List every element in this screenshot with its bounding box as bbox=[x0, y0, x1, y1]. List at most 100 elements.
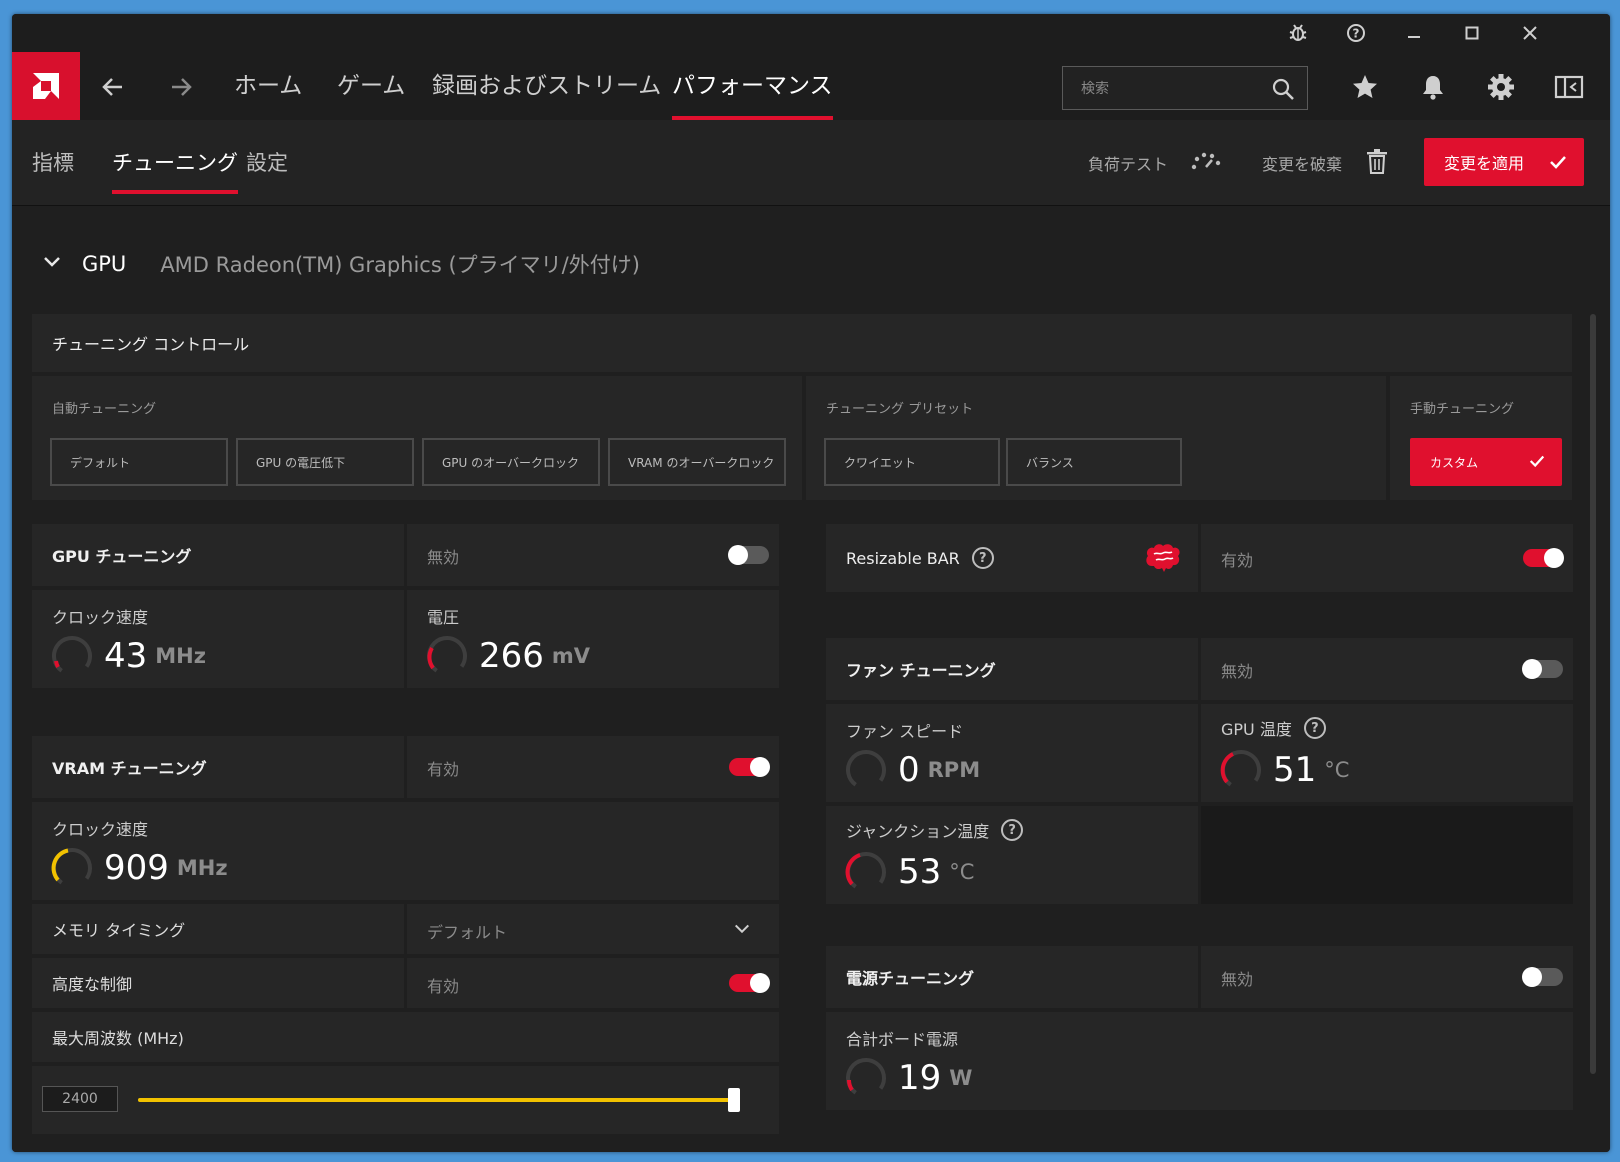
max-frequency-slider-track[interactable] bbox=[138, 1088, 740, 1112]
fan-speed-readout: 0 RPM bbox=[844, 748, 980, 792]
maximize-icon[interactable] bbox=[1450, 14, 1494, 52]
max-frequency-slider-thumb[interactable] bbox=[728, 1088, 740, 1112]
memory-timing-value: デフォルト bbox=[427, 923, 508, 942]
max-frequency-slider-fill bbox=[138, 1098, 734, 1102]
advanced-control-label-cell: 高度な制御 bbox=[32, 958, 404, 1008]
stress-test-button[interactable]: 負荷テスト bbox=[1088, 120, 1222, 206]
gpu-voltage-gauge-icon bbox=[427, 636, 467, 676]
fan-speed-cell: ファン スピード 0 RPM bbox=[826, 704, 1198, 802]
apply-label: 変更を適用 bbox=[1444, 154, 1525, 173]
sub-nav: 指標 チューニング 設定 負荷テスト 変更を破棄 変更を適用 bbox=[12, 120, 1610, 206]
default-preset-button[interactable]: デフォルト bbox=[50, 438, 228, 486]
gpu-temperature-value: 51 bbox=[1273, 750, 1317, 790]
fan-speed-gauge-icon bbox=[846, 750, 886, 790]
gpu-tuning-header: GPU チューニング bbox=[32, 524, 404, 586]
nav-tab-performance[interactable]: パフォーマンス bbox=[672, 52, 833, 120]
resizable-bar-header: Resizable BAR ? bbox=[826, 524, 1198, 592]
nav-tab-home[interactable]: ホーム bbox=[234, 52, 302, 120]
junction-temperature-help-icon[interactable]: ? bbox=[1001, 819, 1024, 841]
search-icon[interactable] bbox=[1271, 77, 1295, 105]
help-icon[interactable]: ? bbox=[1334, 14, 1378, 52]
vram-clock-cell: クロック速度 909 MHz bbox=[32, 802, 779, 900]
vram-tuning-toggle[interactable] bbox=[729, 757, 770, 777]
settings-gear-icon[interactable] bbox=[1484, 70, 1518, 104]
fan-speed-label: ファン スピード bbox=[846, 722, 964, 741]
gpu-temperature-readout: 51 °C bbox=[1219, 748, 1349, 792]
fan-tuning-toggle[interactable] bbox=[1522, 659, 1563, 679]
junction-temperature-value: 53 bbox=[898, 852, 942, 892]
tab-tuning[interactable]: チューニング bbox=[112, 120, 238, 206]
stress-test-label: 負荷テスト bbox=[1088, 155, 1169, 174]
gpu-voltage-value: 266 bbox=[479, 636, 544, 676]
fan-tuning-state: 無効 bbox=[1221, 662, 1254, 681]
resizable-bar-toggle[interactable] bbox=[1523, 548, 1564, 568]
gpu-clock-value: 43 bbox=[104, 636, 148, 676]
quiet-preset-button[interactable]: クワイエット bbox=[824, 438, 1000, 486]
gpu-overclock-button[interactable]: GPU のオーバークロック bbox=[422, 438, 600, 486]
resizable-bar-help-icon[interactable]: ? bbox=[971, 547, 994, 569]
vram-clock-label: クロック速度 bbox=[52, 820, 149, 839]
notifications-bell-icon[interactable] bbox=[1416, 70, 1450, 104]
sidebar-toggle-icon[interactable] bbox=[1552, 70, 1586, 104]
junction-temperature-cell: ジャンクション温度 ? 53 °C bbox=[826, 806, 1198, 904]
fan-tuning-title: ファン チューニング bbox=[846, 661, 996, 680]
board-power-readout: 19 W bbox=[844, 1056, 972, 1100]
advanced-control-toggle[interactable] bbox=[729, 973, 770, 993]
search-placeholder: 検索 bbox=[1081, 81, 1109, 97]
search-input[interactable]: 検索 bbox=[1062, 66, 1308, 110]
custom-tuning-button[interactable]: カスタム bbox=[1410, 438, 1562, 486]
close-icon[interactable] bbox=[1508, 14, 1552, 52]
check-icon bbox=[1548, 152, 1568, 176]
custom-label: カスタム bbox=[1430, 455, 1479, 470]
balanced-preset-button[interactable]: バランス bbox=[1006, 438, 1182, 486]
fan-speed-value: 0 bbox=[898, 750, 920, 790]
nav-tab-games[interactable]: ゲーム bbox=[337, 52, 405, 120]
gpu-voltage-cell: 電圧 266 mV bbox=[407, 590, 779, 688]
gpu-undervolt-button[interactable]: GPU の電圧低下 bbox=[236, 438, 414, 486]
chevron-down-icon[interactable] bbox=[42, 252, 62, 276]
gpu-voltage-label: 電圧 bbox=[427, 608, 460, 627]
advanced-control-state: 有効 bbox=[427, 977, 460, 996]
app-window: ? ホーム ゲーム 録画およびストリーム パフォーマンス 検索 指標 チューニン… bbox=[12, 14, 1610, 1152]
gpu-voltage-unit: mV bbox=[551, 644, 591, 668]
vram-overclock-button[interactable]: VRAM のオーバークロック bbox=[608, 438, 786, 486]
gpu-tuning-toggle[interactable] bbox=[728, 545, 769, 565]
gpu-section-header[interactable]: GPU AMD Radeon(TM) Graphics (プライマリ/外付け) bbox=[42, 246, 640, 282]
junction-temperature-unit: °C bbox=[949, 860, 975, 884]
vram-tuning-title: VRAM チューニング bbox=[52, 759, 207, 778]
manual-tuning-panel: 手動チューニング カスタム bbox=[1390, 376, 1572, 500]
max-frequency-label-cell: 最大周波数 (MHz) bbox=[32, 1012, 779, 1062]
gpu-temperature-help-icon[interactable]: ? bbox=[1303, 717, 1326, 739]
forward-arrow-icon[interactable] bbox=[164, 70, 198, 104]
amd-logo[interactable] bbox=[12, 52, 80, 120]
tuning-preset-label: チューニング プリセット bbox=[826, 402, 974, 417]
board-power-value: 19 bbox=[898, 1058, 942, 1098]
scrollbar[interactable] bbox=[1590, 314, 1596, 1074]
minimize-icon[interactable] bbox=[1392, 14, 1436, 52]
gpu-clock-unit: MHz bbox=[155, 644, 206, 668]
check-icon bbox=[1528, 452, 1546, 473]
power-tuning-header: 電源チューニング bbox=[826, 946, 1198, 1008]
back-arrow-icon[interactable] bbox=[96, 70, 130, 104]
board-power-unit: W bbox=[949, 1066, 973, 1090]
gpu-label: GPU bbox=[82, 252, 127, 276]
vram-tuning-state: 有効 bbox=[427, 760, 460, 779]
nav-tab-record-stream[interactable]: 録画およびストリーム bbox=[432, 52, 661, 120]
memory-timing-dropdown[interactable]: デフォルト bbox=[407, 904, 779, 954]
vram-clock-unit: MHz bbox=[176, 856, 228, 880]
gpu-tuning-state: 無効 bbox=[427, 548, 460, 567]
tab-settings[interactable]: 設定 bbox=[246, 120, 288, 206]
gauge-icon bbox=[1190, 151, 1222, 175]
gpu-tuning-title: GPU チューニング bbox=[52, 547, 192, 566]
apply-changes-button[interactable]: 変更を適用 bbox=[1424, 138, 1584, 186]
tab-metrics[interactable]: 指標 bbox=[32, 120, 74, 206]
memory-timing-label-cell: メモリ タイミング bbox=[32, 904, 404, 954]
content-area: GPU AMD Radeon(TM) Graphics (プライマリ/外付け) … bbox=[12, 206, 1610, 1152]
tuning-control-title: チューニング コントロール bbox=[52, 335, 250, 354]
favorites-star-icon[interactable] bbox=[1348, 70, 1382, 104]
bug-report-icon[interactable] bbox=[1276, 14, 1320, 52]
svg-text:?: ? bbox=[1353, 27, 1360, 41]
discard-changes-button[interactable]: 変更を破棄 bbox=[1262, 120, 1388, 206]
power-tuning-toggle[interactable] bbox=[1522, 967, 1563, 987]
max-frequency-input[interactable]: 2400 bbox=[42, 1086, 118, 1112]
